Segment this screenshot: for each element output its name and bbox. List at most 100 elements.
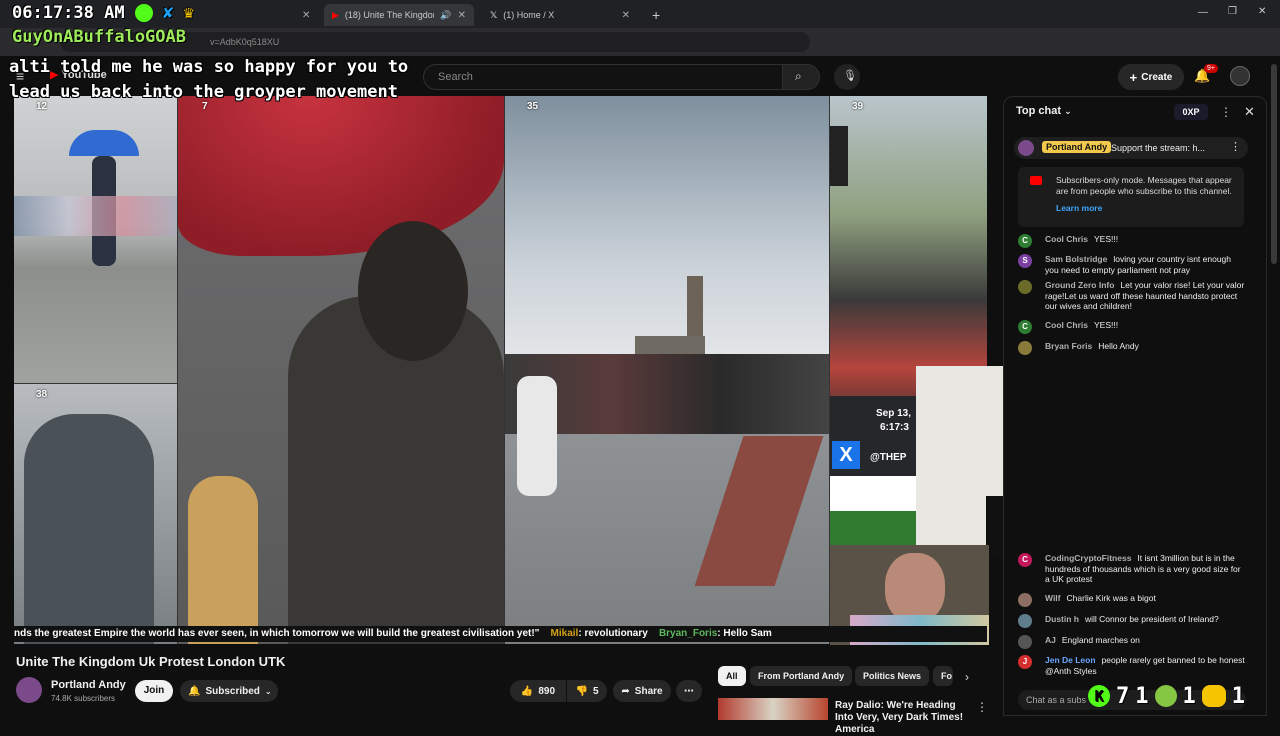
recommendation-title[interactable]: Ray Dalio: We're Heading Into Very, Very… (835, 700, 975, 736)
tab-x[interactable]: 𝕏 (1) Home / X ✕ (482, 4, 638, 26)
chat-message: C Cool Chris YES!!! (1018, 320, 1246, 334)
plus-icon: + (1129, 69, 1138, 85)
more-icon[interactable]: ⋮ (1230, 140, 1241, 153)
create-button[interactable]: + Create (1118, 64, 1184, 90)
recommendation-thumbnail[interactable] (718, 698, 828, 720)
chat-author[interactable]: Dustin h (1045, 614, 1079, 624)
xp-badge[interactable]: 0XP (1174, 104, 1208, 120)
close-window-button[interactable]: ✕ (1258, 6, 1266, 17)
channel-avatar[interactable] (16, 677, 42, 703)
chat-scrollbar[interactable] (1271, 64, 1277, 264)
chat-author[interactable]: Wilf (1045, 593, 1061, 603)
learn-more-link[interactable]: Learn more (1056, 203, 1102, 214)
chat-author[interactable]: Bryan Foris (1045, 341, 1092, 351)
ticker-username: Bryan_Foris (658, 628, 718, 639)
chat-avatar (1018, 614, 1032, 628)
x-logo-icon: ✘ (163, 3, 174, 23)
notifications-button[interactable]: 🔔 9+ (1194, 64, 1218, 84)
chat-avatar: C (1018, 553, 1032, 567)
chip-politics-news[interactable]: Politics News (855, 666, 930, 686)
tab-youtube[interactable]: ▶ (18) Unite The Kingdom Uk 🔊 ✕ (324, 4, 474, 26)
chat-author[interactable]: AJ (1045, 635, 1056, 645)
chat-avatar (1018, 635, 1032, 649)
chip-all[interactable]: All (718, 666, 746, 686)
chat-more-icon[interactable]: ⋮ (1220, 105, 1232, 119)
chat-author[interactable]: Cool Chris (1045, 320, 1088, 330)
chat-text: YES!!! (1093, 234, 1119, 244)
chat-text: YES!!! (1093, 320, 1119, 330)
join-button[interactable]: Join (135, 680, 173, 702)
minimize-button[interactable]: — (1198, 7, 1208, 18)
person-head (358, 221, 468, 361)
tab-title: (1) Home / X (503, 10, 555, 20)
close-tab-button[interactable]: ✕ (302, 4, 318, 26)
share-button[interactable]: ➦ Share (613, 680, 671, 702)
chat-author[interactable]: CodingCryptoFitness (1045, 553, 1131, 563)
new-tab-button[interactable]: + (644, 4, 668, 26)
create-label: Create (1141, 71, 1173, 83)
speaker-icon[interactable]: 🔊 (440, 10, 451, 21)
close-icon[interactable]: ✕ (458, 10, 466, 21)
video-clip-umbrella: 7 (178, 96, 504, 644)
x-favicon-icon: 𝕏 (490, 9, 498, 20)
search-input[interactable]: Search (423, 64, 783, 90)
robot-icon (1201, 685, 1226, 707)
notification-badge: 9+ (1204, 64, 1218, 73)
pinned-message[interactable]: Portland Andy Support the stream: h... ⋮ (1014, 137, 1248, 159)
subscribed-label: Subscribed (205, 685, 260, 697)
chat-message: C Cool Chris YES!!! (1018, 234, 1246, 248)
chat-text: will Connor be president of Ireland? (1085, 614, 1219, 624)
rumble-logo-icon (1154, 685, 1177, 707)
dislike-button[interactable]: 👎 5 (567, 680, 607, 702)
chat-author[interactable]: Cool Chris (1045, 234, 1088, 244)
maximize-button[interactable]: ❐ (1228, 6, 1237, 17)
chat-author[interactable]: Ground Zero Info (1045, 280, 1114, 290)
x-logo-icon: X (832, 441, 860, 469)
pinned-author: Portland Andy (1042, 141, 1112, 153)
more-actions-button[interactable]: ⋯ (676, 680, 702, 702)
chat-avatar: C (1018, 320, 1032, 334)
x-handle: @THEP (870, 452, 907, 463)
chat-message: Ground Zero Info Let your valor rise! Let… (1018, 280, 1246, 312)
share-label: Share (634, 685, 663, 697)
chip-from-channel[interactable]: From Portland Andy (750, 666, 853, 686)
video-clip-top-left: 12 (14, 96, 177, 383)
chevron-down-icon: ⌄ (1064, 106, 1072, 116)
share-icon: ➦ (621, 685, 630, 697)
ticker-username: Mikail (550, 628, 579, 639)
ticker-message: : revolutionary (578, 628, 648, 639)
umbrella (69, 130, 139, 156)
marcher (517, 376, 557, 496)
chat-mode-label: Top chat (1016, 105, 1062, 117)
chat-avatar: C (1018, 234, 1032, 248)
thumbs-up-icon: 👍 (520, 685, 534, 697)
kick-stats-overlay: K 7 1 1 1 (1088, 683, 1245, 709)
chat-text: Hello Andy (1098, 341, 1139, 351)
kick-logo-icon (134, 4, 153, 22)
channel-name[interactable]: Portland Andy (51, 679, 126, 691)
chevron-right-icon[interactable]: › (965, 670, 969, 684)
x-time: 6:17:3 (880, 422, 909, 433)
voice-search-button[interactable]: 🎙 (834, 64, 860, 90)
overlay-streamer-name: GuyOnABuffaloGOAB (12, 27, 186, 47)
chat-author[interactable]: Jen De Leon (1045, 655, 1096, 665)
youtube-icon (1030, 176, 1042, 185)
chat-avatar (1018, 280, 1032, 294)
search-button[interactable]: ⌕ (782, 64, 820, 90)
bell-icon: 🔔 (188, 685, 201, 697)
chat-ticker: nds the greatest Empire the world has ev… (14, 626, 987, 642)
like-button[interactable]: 👍 890 (510, 680, 566, 702)
chat-mode-dropdown[interactable]: Top chat ⌄ (1016, 105, 1072, 117)
dislike-count: 5 (592, 685, 599, 697)
chip-more[interactable]: Fo (933, 666, 953, 686)
more-icon[interactable]: ⋮ (976, 700, 988, 714)
close-chat-icon[interactable]: ✕ (1244, 104, 1255, 120)
account-avatar[interactable] (1230, 66, 1250, 86)
chat-author[interactable]: Sam Bolstridge (1045, 254, 1107, 264)
close-icon[interactable]: ✕ (622, 10, 630, 21)
like-count: 890 (538, 685, 556, 697)
chat-message: Bryan Foris Hello Andy (1018, 341, 1246, 355)
tiktok-count: 39 (852, 101, 864, 112)
subscribed-button[interactable]: 🔔 Subscribed ⌄ (180, 680, 278, 702)
subscriber-count: 74.8K subscribers (51, 694, 116, 703)
